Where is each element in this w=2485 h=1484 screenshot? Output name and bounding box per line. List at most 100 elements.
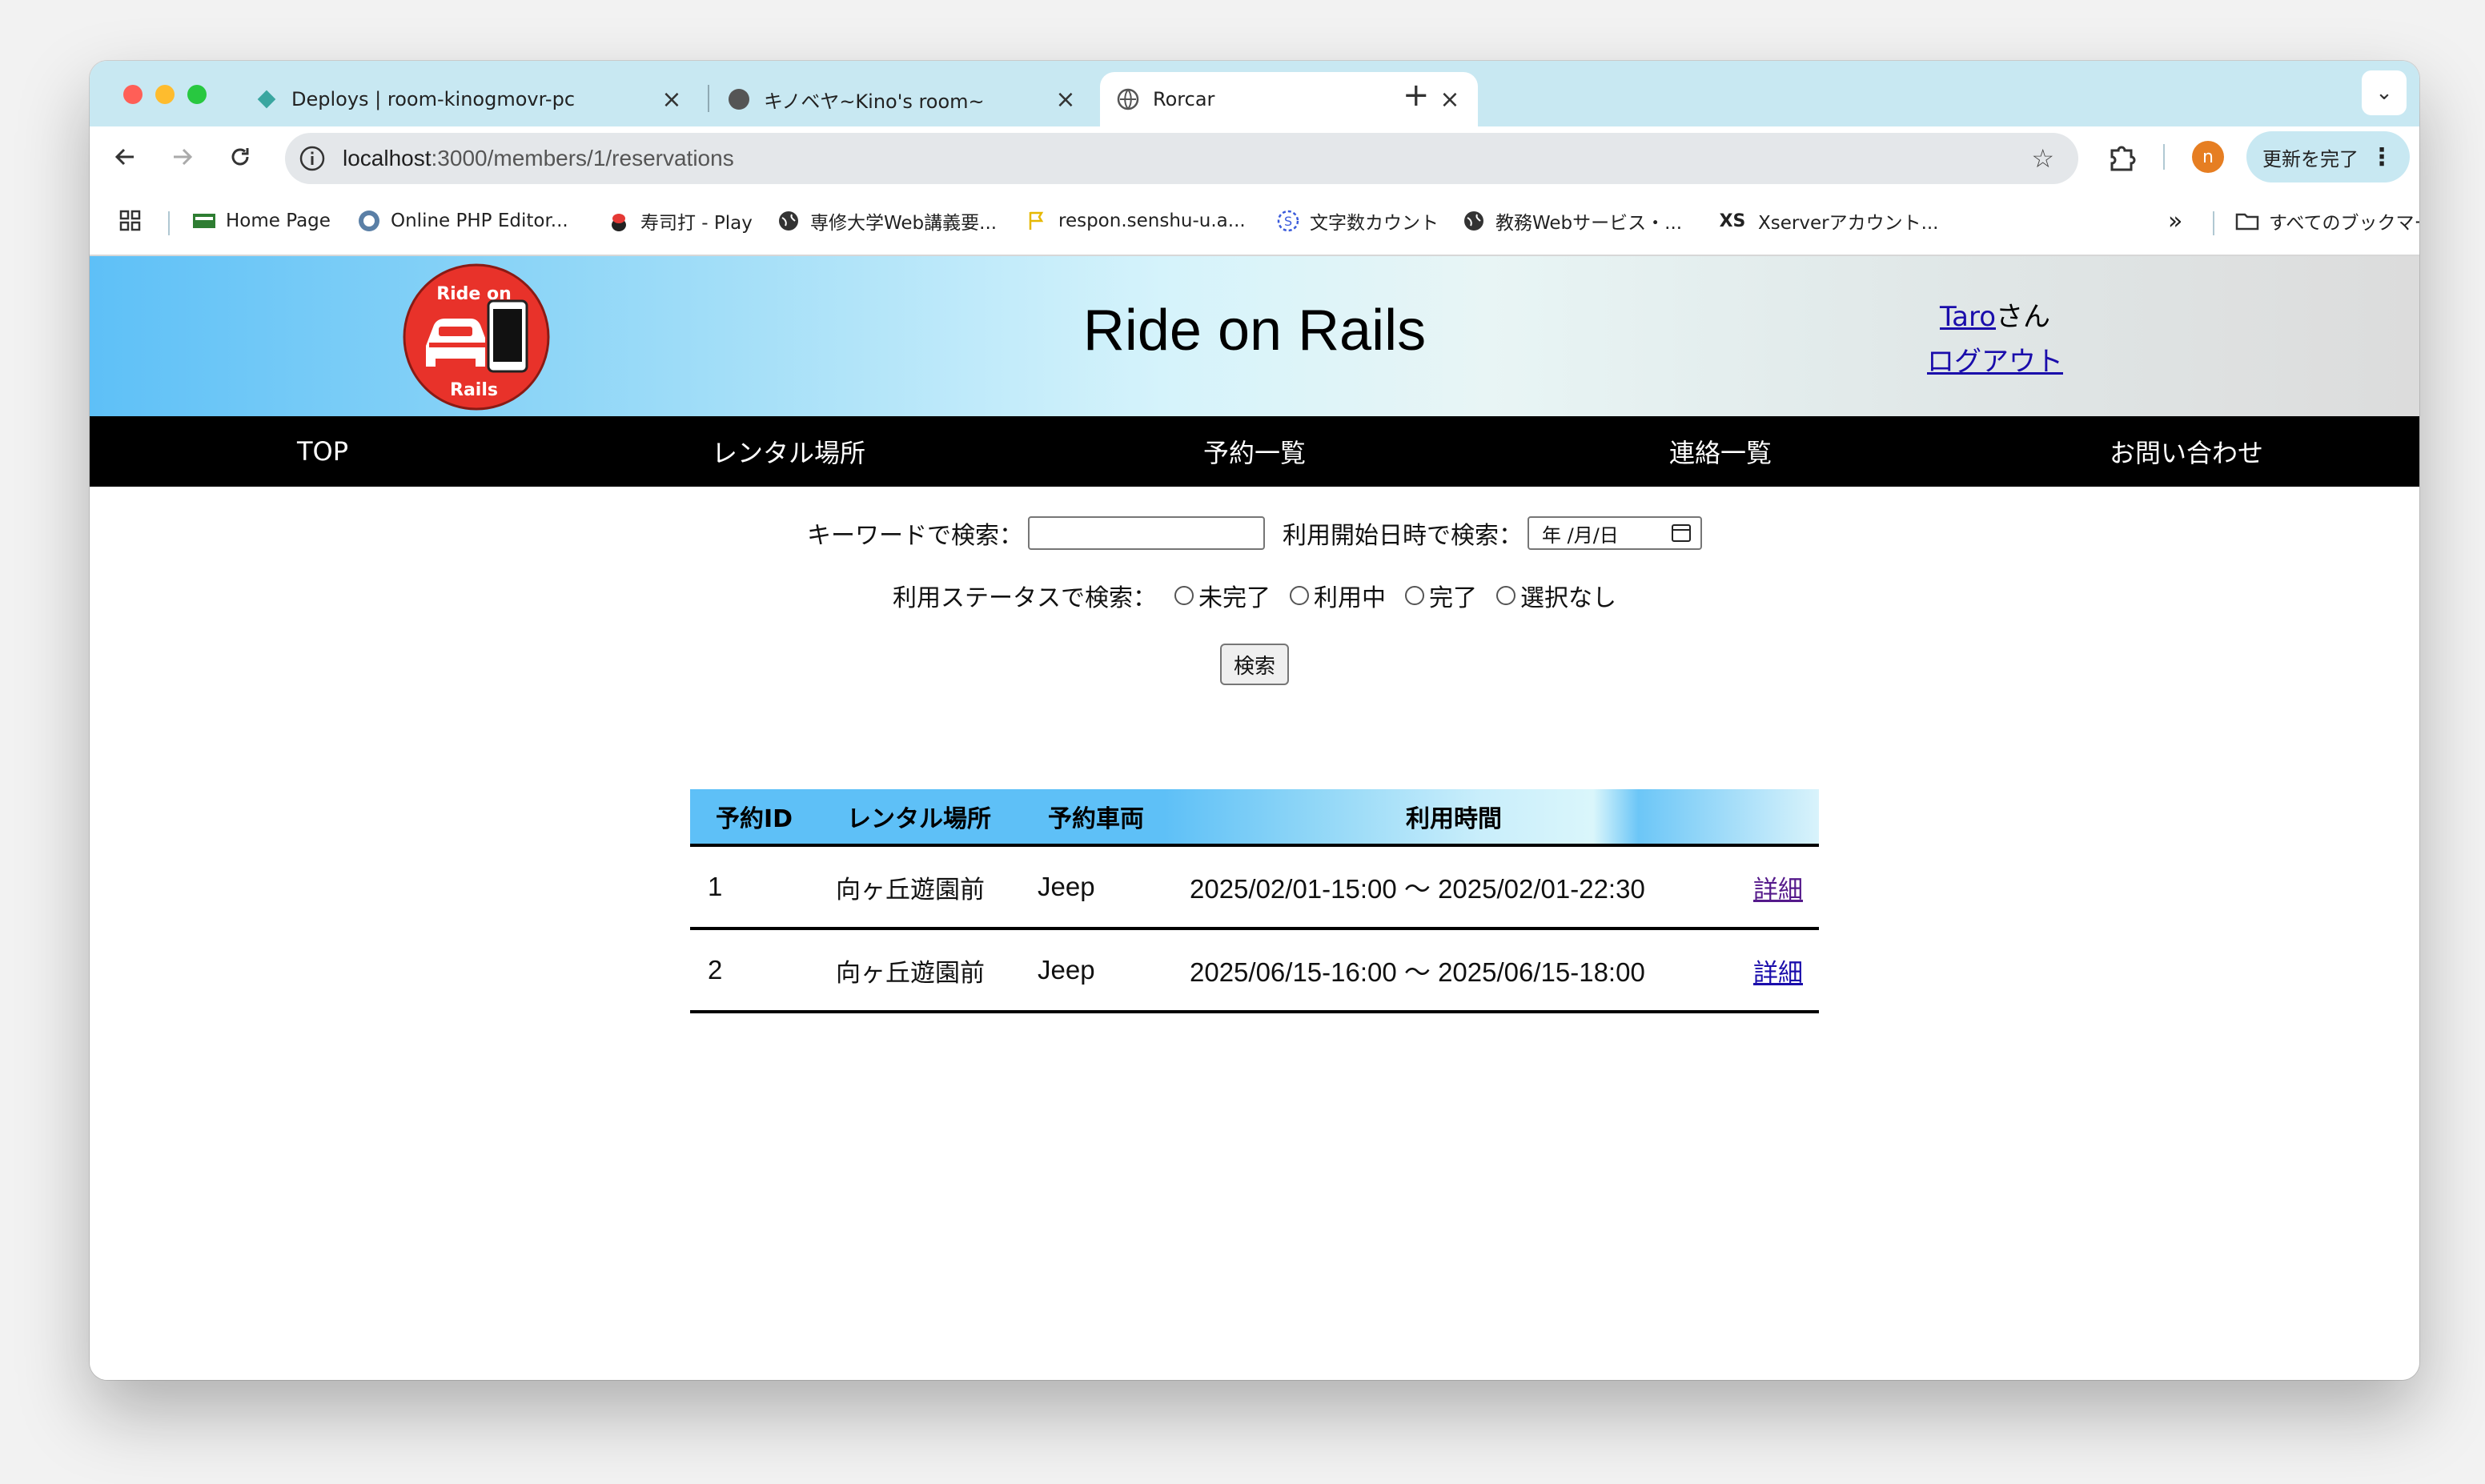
status-radio-incomplete[interactable] — [1174, 586, 1194, 605]
xs-icon: XS — [1719, 211, 1746, 231]
bookmark-divider — [168, 211, 170, 235]
bookmark-divider — [2213, 211, 2214, 235]
calendar-icon[interactable] — [1672, 524, 1691, 542]
star-icon[interactable]: ☆ — [2031, 143, 2054, 174]
php-icon — [357, 209, 381, 233]
close-window-button[interactable] — [123, 85, 143, 104]
info-icon[interactable] — [298, 144, 327, 173]
arrow-left-icon — [114, 148, 134, 166]
cell-car: Jeep — [1038, 872, 1095, 901]
nav-rental-places[interactable]: レンタル場所 — [556, 416, 1022, 487]
table-row: 1 向ヶ丘遊園前 Jeep 2025/02/01-15:00 〜 2025/02… — [690, 847, 1819, 930]
tab-title: Deploys | room-kinogmovr-pc — [291, 88, 576, 110]
tab-strip: Deploys | room-kinogmovr-pc × キノベヤ~Kino'… — [90, 61, 2419, 126]
page-content: Ride on Rails Ride on Rails Taroさん ログアウト… — [90, 256, 2419, 1380]
status-radio-in-use[interactable] — [1290, 586, 1309, 605]
bookmark-sushida[interactable]: 寿司打 - Play — [607, 205, 753, 237]
diamond-icon — [255, 87, 279, 111]
cell-car: Jeep — [1038, 955, 1095, 985]
reservations-table: 予約ID レンタル場所 予約車両 利用時間 1 向ヶ丘遊園前 Jeep 2025… — [690, 789, 1819, 1013]
header-reservation-id: 予約ID — [715, 805, 793, 833]
menu-dots-icon: ⋮ — [2370, 142, 2394, 171]
update-button[interactable]: 更新を完了 ⋮ — [2246, 131, 2410, 182]
status-option-label: 利用中 — [1314, 584, 1386, 612]
tab-kinoberoom[interactable]: キノベヤ~Kino's room~ × — [711, 72, 1094, 126]
global-nav: TOP レンタル場所 予約一覧 連絡一覧 お問い合わせ — [90, 416, 2419, 487]
header-vehicle: 予約車両 — [1048, 805, 1144, 833]
status-radio-none[interactable] — [1496, 586, 1515, 605]
tab-divider — [708, 85, 709, 112]
xampp-icon — [192, 209, 216, 233]
circle-icon — [727, 87, 751, 111]
close-icon[interactable]: × — [1054, 86, 1078, 114]
cell-place: 向ヶ丘遊園前 — [836, 958, 985, 988]
arrow-right-icon — [174, 148, 193, 166]
keyword-label: キーワードで検索： — [807, 522, 1023, 550]
cell-place: 向ヶ丘遊園前 — [836, 875, 985, 904]
user-profile-link[interactable]: Taro — [1940, 301, 1996, 333]
double-chevron-right-icon: » — [2168, 207, 2183, 235]
date-placeholder: 年 /月/日 — [1542, 523, 1619, 547]
status-option-label: 未完了 — [1198, 584, 1271, 612]
bookmark-kyomu-web[interactable]: 教務Webサービス・... — [1462, 205, 1682, 237]
tab-search-button[interactable]: ⌄ — [2362, 70, 2407, 115]
globe-icon — [777, 209, 801, 233]
flag-icon — [1025, 209, 1049, 233]
update-label: 更新を完了 — [2262, 147, 2359, 170]
nav-reservations[interactable]: 予約一覧 — [1022, 416, 1487, 487]
table-header: 予約ID レンタル場所 予約車両 利用時間 — [690, 789, 1819, 847]
all-bookmarks-button[interactable]: すべてのブックマーク — [2235, 205, 2419, 237]
bookmark-respon[interactable]: respon.senshu-u.a... — [1025, 205, 1246, 237]
globe-icon — [1116, 87, 1140, 111]
profile-avatar[interactable]: n — [2192, 141, 2224, 173]
nav-contact[interactable]: お問い合わせ — [1953, 416, 2419, 487]
search-button[interactable]: 検索 — [1220, 644, 1289, 685]
chevron-down-icon: ⌄ — [2375, 81, 2393, 105]
table-row: 2 向ヶ丘遊園前 Jeep 2025/06/15-16:00 〜 2025/06… — [690, 930, 1819, 1013]
sushi-icon — [607, 209, 631, 233]
search-row-keyword-date: キーワードで検索： 利用開始日時で検索： 年 /月/日 — [90, 515, 2419, 551]
globe-icon — [1462, 209, 1486, 233]
status-option-label: 選択なし — [1520, 584, 1616, 612]
browser-toolbar: localhost:3000/members/1/reservations ☆ … — [90, 126, 2419, 187]
start-date-input[interactable]: 年 /月/日 — [1528, 516, 1702, 550]
logout-link[interactable]: ログアウト — [1927, 346, 2063, 378]
cell-time: 2025/02/01-15:00 〜 2025/02/01-22:30 — [1190, 874, 1645, 904]
minimize-window-button[interactable] — [155, 85, 175, 104]
nav-top[interactable]: TOP — [90, 416, 556, 487]
new-tab-button[interactable]: + — [1403, 77, 1430, 114]
nav-messages[interactable]: 連絡一覧 — [1487, 416, 1953, 487]
close-icon[interactable]: × — [1438, 86, 1462, 114]
folder-icon — [2235, 209, 2259, 233]
more-bookmarks-button[interactable]: » — [2168, 205, 2182, 237]
apps-grid-icon — [119, 210, 141, 231]
bookmark-moji-count[interactable]: S 文字数カウント — [1276, 205, 1439, 237]
tab-title: Rorcar — [1153, 88, 1215, 110]
apps-button[interactable] — [118, 205, 143, 237]
status-radio-complete[interactable] — [1405, 586, 1424, 605]
bookmarks-bar: Home Page Online PHP Editor... 寿司打 - Pla… — [90, 187, 2419, 256]
search-row-submit: 検索 — [90, 644, 2419, 685]
bookmark-online-php[interactable]: Online PHP Editor... — [357, 205, 568, 237]
detail-link[interactable]: 詳細 — [1753, 876, 1803, 904]
forward-button[interactable] — [163, 138, 202, 176]
bookmark-home-page[interactable]: Home Page — [192, 205, 331, 237]
s-logo-icon: S — [1276, 209, 1300, 233]
reload-button[interactable] — [221, 138, 259, 176]
address-bar[interactable]: localhost:3000/members/1/reservations ☆ — [285, 133, 2078, 184]
tab-deploys[interactable]: Deploys | room-kinogmovr-pc × — [239, 72, 700, 126]
close-icon[interactable]: × — [660, 86, 684, 114]
site-header: Ride on Rails Ride on Rails Taroさん ログアウト — [90, 256, 2419, 416]
extensions-icon[interactable] — [2106, 141, 2139, 174]
date-label: 利用開始日時で検索： — [1283, 522, 1523, 550]
keyword-input[interactable] — [1028, 516, 1265, 550]
back-button[interactable] — [106, 138, 144, 176]
bookmark-senshu-web[interactable]: 専修大学Web講義要... — [777, 205, 997, 237]
detail-link[interactable]: 詳細 — [1753, 959, 1803, 988]
header-usage-time: 利用時間 — [1406, 805, 1502, 833]
cell-time: 2025/06/15-16:00 〜 2025/06/15-18:00 — [1190, 957, 1645, 987]
svg-text:S: S — [1284, 214, 1292, 229]
bookmark-xserver[interactable]: XS Xserverアカウント... — [1716, 205, 1939, 237]
maximize-window-button[interactable] — [187, 85, 207, 104]
search-row-status: 利用ステータスで検索： 未完了 利用中 完了 選択なし — [90, 578, 2419, 613]
